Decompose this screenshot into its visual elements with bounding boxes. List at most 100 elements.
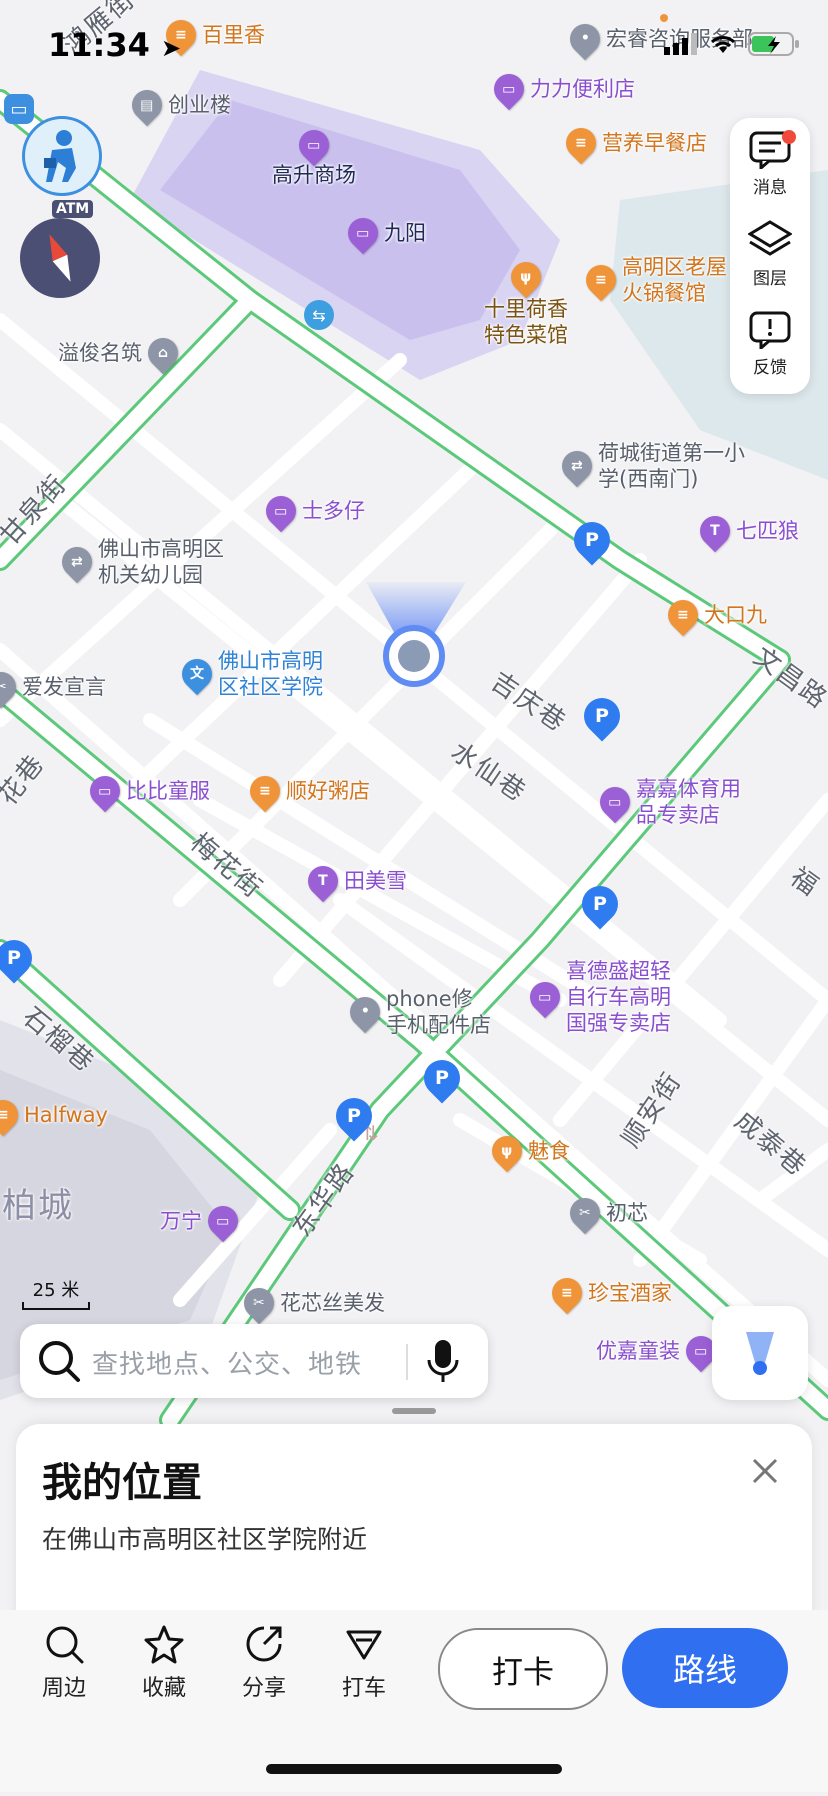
layers-icon — [748, 219, 792, 256]
signal-icon — [664, 33, 697, 55]
sheet-handle[interactable] — [392, 1408, 436, 1414]
my-location-icon — [746, 1332, 774, 1375]
restaurant-icon: ≡ — [545, 1271, 589, 1315]
map-tools-panel: 消息 图层 反馈 — [730, 118, 810, 394]
battery-icon — [748, 32, 799, 56]
map-scale: 25 米 — [22, 1276, 90, 1310]
poi-jiuyang[interactable]: ▭ 九阳 — [341, 211, 426, 255]
feedback-icon — [749, 311, 791, 349]
poi-chuxin[interactable]: ✂ 初芯 — [563, 1191, 648, 1235]
poi-bibi[interactable]: ▭ 比比童服 — [83, 769, 210, 813]
poi-shunhao[interactable]: ≡ 顺好粥店 — [243, 769, 370, 813]
search-icon — [46, 1626, 84, 1664]
school-icon: ⇄ — [555, 444, 599, 488]
subway-icon[interactable]: ⇆ — [304, 300, 334, 330]
home-indicator[interactable] — [266, 1764, 562, 1774]
poi-jiajia-sports[interactable]: ▭ 嘉嘉体育用 品专卖店 — [593, 776, 741, 828]
favorites-button[interactable]: 收藏 — [124, 1624, 204, 1702]
poi-phone-repair[interactable]: • phone修 手机配件店 — [343, 986, 491, 1038]
restaurant-icon: ≡ — [661, 593, 705, 637]
sheet-subtitle: 在佛山市高明区社区学院附近 — [42, 1525, 368, 1554]
shopping-bag-icon: ▭ — [292, 123, 336, 167]
restaurant-icon: ≡ — [579, 258, 623, 302]
locate-me-button[interactable] — [712, 1306, 808, 1400]
location-icon: • — [343, 990, 387, 1034]
search-bar[interactable]: 查找地点、公交、地铁 — [20, 1324, 488, 1398]
restaurant-icon: ≡ — [243, 769, 287, 813]
search-icon — [39, 1341, 80, 1382]
restaurant-icon: ≡ — [559, 121, 603, 165]
scissors-icon: ✂ — [563, 1191, 607, 1235]
poi-youjia[interactable]: ▭ 优嘉童装 — [596, 1329, 723, 1373]
building-icon: ⌂ — [141, 331, 185, 375]
status-time: 11:34 ➤ — [48, 26, 182, 64]
clothing-icon: T — [301, 859, 345, 903]
poi-zhenbao[interactable]: ≡ 珍宝酒家 — [545, 1271, 672, 1315]
scissors-icon: ✂ — [0, 665, 23, 709]
search-divider — [406, 1344, 408, 1380]
poi-hotpot[interactable]: ≡ 高明区老屋 火锅餐馆 — [579, 254, 727, 306]
education-icon: 文 — [175, 652, 219, 696]
notification-dot — [782, 130, 796, 144]
poi-qipilang[interactable]: T 七匹狼 — [693, 509, 799, 553]
poi-shilihexiang[interactable]: ψ 十里荷香 特色菜馆 — [484, 255, 568, 348]
poi-gaosheng-mall[interactable]: ▭ 高升商场 — [272, 123, 356, 188]
shop-icon: ▭ — [259, 489, 303, 533]
clothing-icon: T — [693, 509, 737, 553]
location-icon: • — [563, 17, 607, 61]
wifi-icon — [710, 36, 736, 53]
close-icon[interactable] — [750, 1456, 780, 1486]
layers-button[interactable]: 图层 — [730, 210, 810, 298]
poi-halfway[interactable]: ≡ Halfway — [0, 1093, 108, 1137]
person-icon — [44, 130, 76, 182]
poi-kindergarten[interactable]: ⇄ 佛山市高明区 机关幼儿园 — [55, 536, 224, 588]
status-icons — [664, 32, 800, 56]
messages-button[interactable]: 消息 — [730, 120, 810, 208]
poi-aifa[interactable]: ✂ 爱发宣言 — [0, 665, 106, 709]
scale-bar — [22, 1302, 90, 1310]
shop-icon: ▭ — [83, 769, 127, 813]
shop-icon: ▭ — [523, 975, 567, 1019]
nearby-button[interactable]: 周边 — [24, 1624, 104, 1702]
sheet-title: 我的位置 — [42, 1460, 202, 1506]
poi-meishi[interactable]: ψ 魅食 — [485, 1129, 570, 1173]
building-icon: ▤ — [125, 83, 169, 127]
share-icon — [246, 1626, 282, 1662]
poi-huaxinsi[interactable]: ✂ 花芯丝美发 — [237, 1281, 385, 1325]
microphone-icon[interactable] — [426, 1338, 460, 1386]
shop-icon: ▭ — [201, 1199, 245, 1243]
poi-lili-store[interactable]: ▭ 力力便利店 — [487, 67, 635, 111]
share-button[interactable]: 分享 — [224, 1624, 304, 1702]
atm-badge: ATM — [52, 200, 94, 218]
area-label-baicheng: 柏城 — [2, 1186, 74, 1226]
poi-chuangyelou[interactable]: ▤ 创业楼 — [125, 83, 231, 127]
poi-wanning[interactable]: ▭ 万宁 — [160, 1199, 245, 1243]
shop-icon: ▭ — [593, 780, 637, 824]
star-icon — [144, 1625, 184, 1664]
search-input[interactable]: 查找地点、公交、地铁 — [92, 1344, 362, 1381]
compass-icon — [49, 234, 71, 282]
restaurant-icon: ≡ — [0, 1093, 25, 1137]
poi-breakfast[interactable]: ≡ 营养早餐店 — [559, 121, 707, 165]
compass-button[interactable] — [20, 218, 100, 298]
location-arrow-icon: ➤ — [161, 34, 182, 62]
checkin-button[interactable]: 打卡 — [438, 1628, 608, 1710]
poi-yijun[interactable]: ⌂ 溢俊名筑 — [58, 331, 185, 375]
fork-knife-icon: ψ — [485, 1129, 529, 1173]
shopping-bag-icon: ▭ — [341, 211, 385, 255]
feedback-button[interactable]: 反馈 — [730, 300, 810, 388]
poi-community-college[interactable]: 文佛山市高明 区社区学院 — [175, 648, 323, 700]
taxi-icon — [346, 1630, 382, 1660]
poi-shiduozai[interactable]: ▭ 士多仔 — [259, 489, 365, 533]
poi-tianmeixue[interactable]: T 田美雪 — [301, 859, 407, 903]
route-button[interactable]: 路线 — [622, 1628, 788, 1708]
shop-icon: ▭ — [487, 67, 531, 111]
poi-dakoujiu[interactable]: ≡ 大口九 — [661, 593, 767, 637]
poi-hecheng-school[interactable]: ⇄ 荷城街道第一小 学(西南门) — [555, 440, 745, 492]
poi-xidesheng[interactable]: ▭ 喜德盛超轻 自行车高明 国强专卖店 — [523, 958, 671, 1036]
camera-indicator-icon — [660, 14, 668, 22]
taxi-button[interactable]: 打车 — [324, 1624, 404, 1702]
avatar[interactable] — [22, 116, 102, 196]
bus-stop-icon[interactable]: ▭ — [4, 94, 34, 124]
fork-knife-icon: ψ — [504, 255, 548, 299]
